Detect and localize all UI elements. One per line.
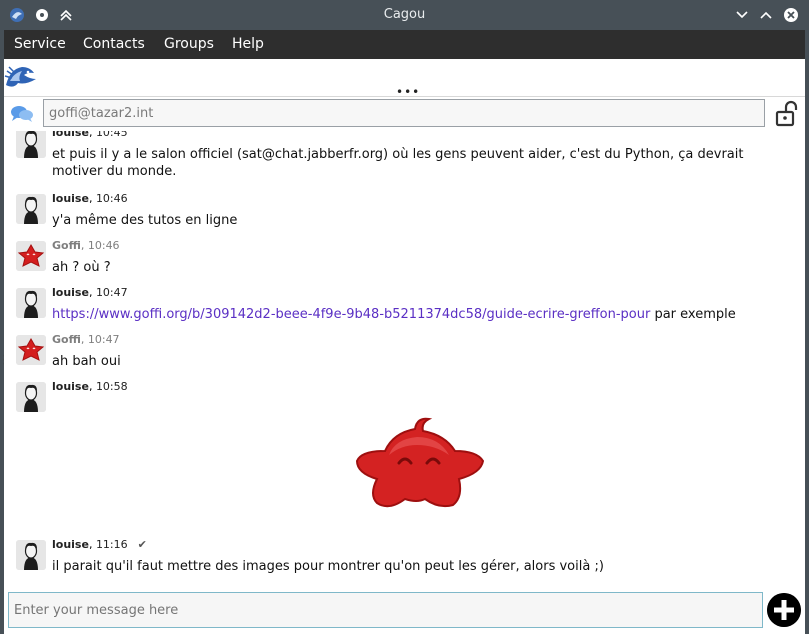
window-title: Cagou [383, 7, 426, 22]
sender-name: louise [52, 131, 89, 139]
message-text: https://www.goffi.org/b/309142d2-beee-4f… [52, 306, 772, 323]
menu-service[interactable]: Service [14, 36, 66, 52]
splitter-handle[interactable]: ••• [396, 86, 420, 98]
sender-name: louise [52, 380, 89, 393]
menu-contacts[interactable]: Contacts [83, 36, 145, 52]
menu-groups[interactable]: Groups [164, 36, 214, 52]
timestamp: 10:45 [95, 131, 128, 139]
avatar [16, 540, 46, 570]
message-meta: Goffi, 10:47 [52, 333, 120, 346]
sender-name: louise [52, 192, 89, 205]
close-icon[interactable] [783, 7, 799, 23]
avatar [16, 382, 46, 412]
timestamp: 10:58 [95, 380, 128, 393]
menubar: Service Contacts Groups Help [4, 30, 805, 59]
avatar [16, 335, 46, 365]
message-input[interactable] [8, 592, 763, 628]
target-jid-field[interactable]: goffi@tazar2.int [43, 99, 765, 127]
red-star-emoticon[interactable] [355, 415, 485, 511]
message-meta: Goffi, 10:46 [52, 239, 120, 252]
chat-bubbles-icon[interactable] [10, 104, 34, 124]
menu-help[interactable]: Help [232, 36, 264, 52]
message-meta: louise, 11:16 ✔ [52, 538, 147, 551]
window-frame-right [805, 30, 809, 634]
sender-name: louise [52, 538, 89, 551]
message-text-tail: par exemple [650, 307, 736, 322]
delivered-check-icon: ✔ [137, 538, 147, 551]
timestamp: 10:47 [87, 333, 120, 346]
message-text: il parait qu'il faut mettre des images p… [52, 559, 604, 574]
minimize-icon[interactable] [734, 7, 750, 23]
message-text: ah bah oui [52, 354, 121, 369]
sender-name: louise [52, 286, 89, 299]
unlocked-padlock-icon[interactable] [774, 100, 800, 128]
message-text: y'a même des tutos en ligne [52, 213, 238, 228]
message-list: louise, 10:45 et puis il y a le salon of… [4, 131, 805, 583]
avatar [16, 131, 46, 158]
avatar [16, 194, 46, 224]
maximize-icon[interactable] [758, 7, 774, 23]
window-titlebar: Cagou [0, 0, 809, 30]
timestamp: 10:46 [95, 192, 128, 205]
sender-name: Goffi [52, 239, 81, 252]
message-text: et puis il y a le salon officiel (sat@ch… [52, 147, 744, 179]
message-link[interactable]: https://www.goffi.org/b/309142d2-beee-4f… [52, 307, 650, 322]
plus-circle-icon[interactable] [767, 593, 801, 627]
avatar [16, 288, 46, 318]
message-meta: louise, 10:46 [52, 192, 128, 205]
message-meta: louise, 10:58 [52, 380, 128, 393]
timestamp: 10:46 [87, 239, 120, 252]
timestamp: 10:47 [95, 286, 128, 299]
sender-name: Goffi [52, 333, 81, 346]
timestamp: 11:16 [95, 538, 128, 551]
cagou-bird-icon[interactable] [4, 63, 38, 93]
avatar [16, 241, 46, 271]
message-text: ah ? où ? [52, 260, 111, 275]
message-meta: louise, 10:47 [52, 286, 128, 299]
message-meta: louise, 10:45 [52, 131, 128, 139]
